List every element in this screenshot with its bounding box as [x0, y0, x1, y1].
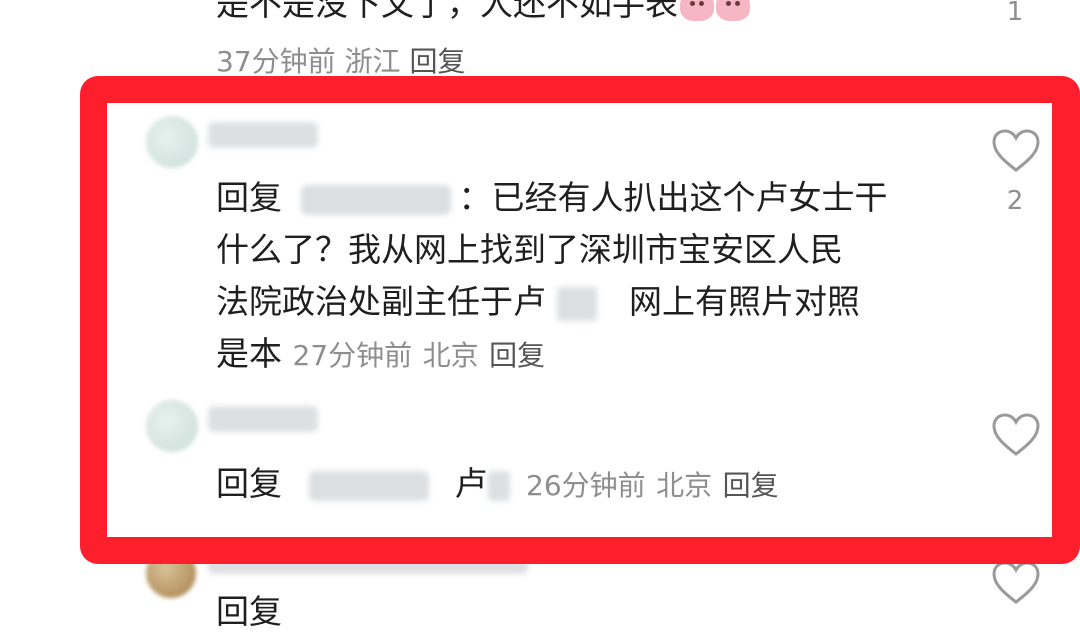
pig-face-emoji-icon	[680, 0, 714, 21]
like-heart-icon[interactable]	[991, 560, 1041, 606]
comment-line: 法院政治处副主任于卢 网上有照片对照	[216, 276, 860, 328]
like-heart-icon[interactable]	[991, 128, 1041, 174]
like-count: 1	[1006, 0, 1024, 27]
comment-text: 是本	[216, 334, 282, 373]
username-blurred[interactable]	[208, 122, 318, 148]
comment-line: 是本 27分钟前 北京 回复	[216, 328, 545, 382]
top-comment-body: 是不是没下文了，人还不如手表	[216, 0, 678, 23]
name-blurred	[487, 470, 510, 501]
comment-location: 浙江	[344, 45, 401, 78]
comment-line: 什么了？我从网上找到了深圳市宝安区人民	[216, 230, 843, 269]
reply-button[interactable]: 回复	[489, 339, 545, 372]
comment-line: 回复 ：已经有人扒出这个卢女士干	[216, 172, 888, 224]
comment-text: 法院政治处副主任于卢	[216, 282, 546, 321]
comment-text: 网上有照片对照	[629, 282, 860, 321]
comment-text: 卢	[454, 464, 488, 503]
comment-time: 37分钟前	[216, 45, 336, 78]
comment-location: 北京	[656, 469, 713, 502]
username-blurred[interactable]	[208, 406, 318, 432]
avatar[interactable]	[146, 548, 196, 598]
comment-time: 27分钟前	[292, 339, 413, 372]
avatar[interactable]	[146, 400, 198, 452]
comment-line: 回复 卢 26分钟前 北京 回复	[216, 458, 779, 512]
comment-location: 北京	[422, 339, 479, 372]
reply-prefix: 回复	[216, 178, 282, 217]
like-heart-icon[interactable]	[991, 412, 1041, 458]
reply-prefix: 回复	[216, 464, 282, 503]
top-comment-text: 是不是没下文了，人还不如手表	[216, 0, 750, 30]
reply-button[interactable]: 回复	[723, 469, 779, 502]
reply-button[interactable]: 回复	[409, 45, 465, 78]
reply-prefix: 回复	[216, 592, 282, 631]
comment-line: 回复	[216, 586, 282, 638]
avatar[interactable]	[146, 116, 198, 168]
comment-time: 26分钟前	[526, 469, 646, 502]
like-count: 2	[1006, 186, 1024, 216]
username-blurred[interactable]	[208, 552, 528, 574]
comment-meta: 37分钟前 浙江 回复	[216, 40, 465, 80]
name-blurred	[556, 286, 597, 321]
username-blurred[interactable]	[308, 470, 429, 501]
colon: ：	[458, 178, 492, 217]
username-blurred[interactable]	[300, 184, 451, 215]
pig-face-emoji-icon	[716, 0, 750, 21]
comment-text: 已经有人扒出这个卢女士干	[491, 178, 888, 217]
